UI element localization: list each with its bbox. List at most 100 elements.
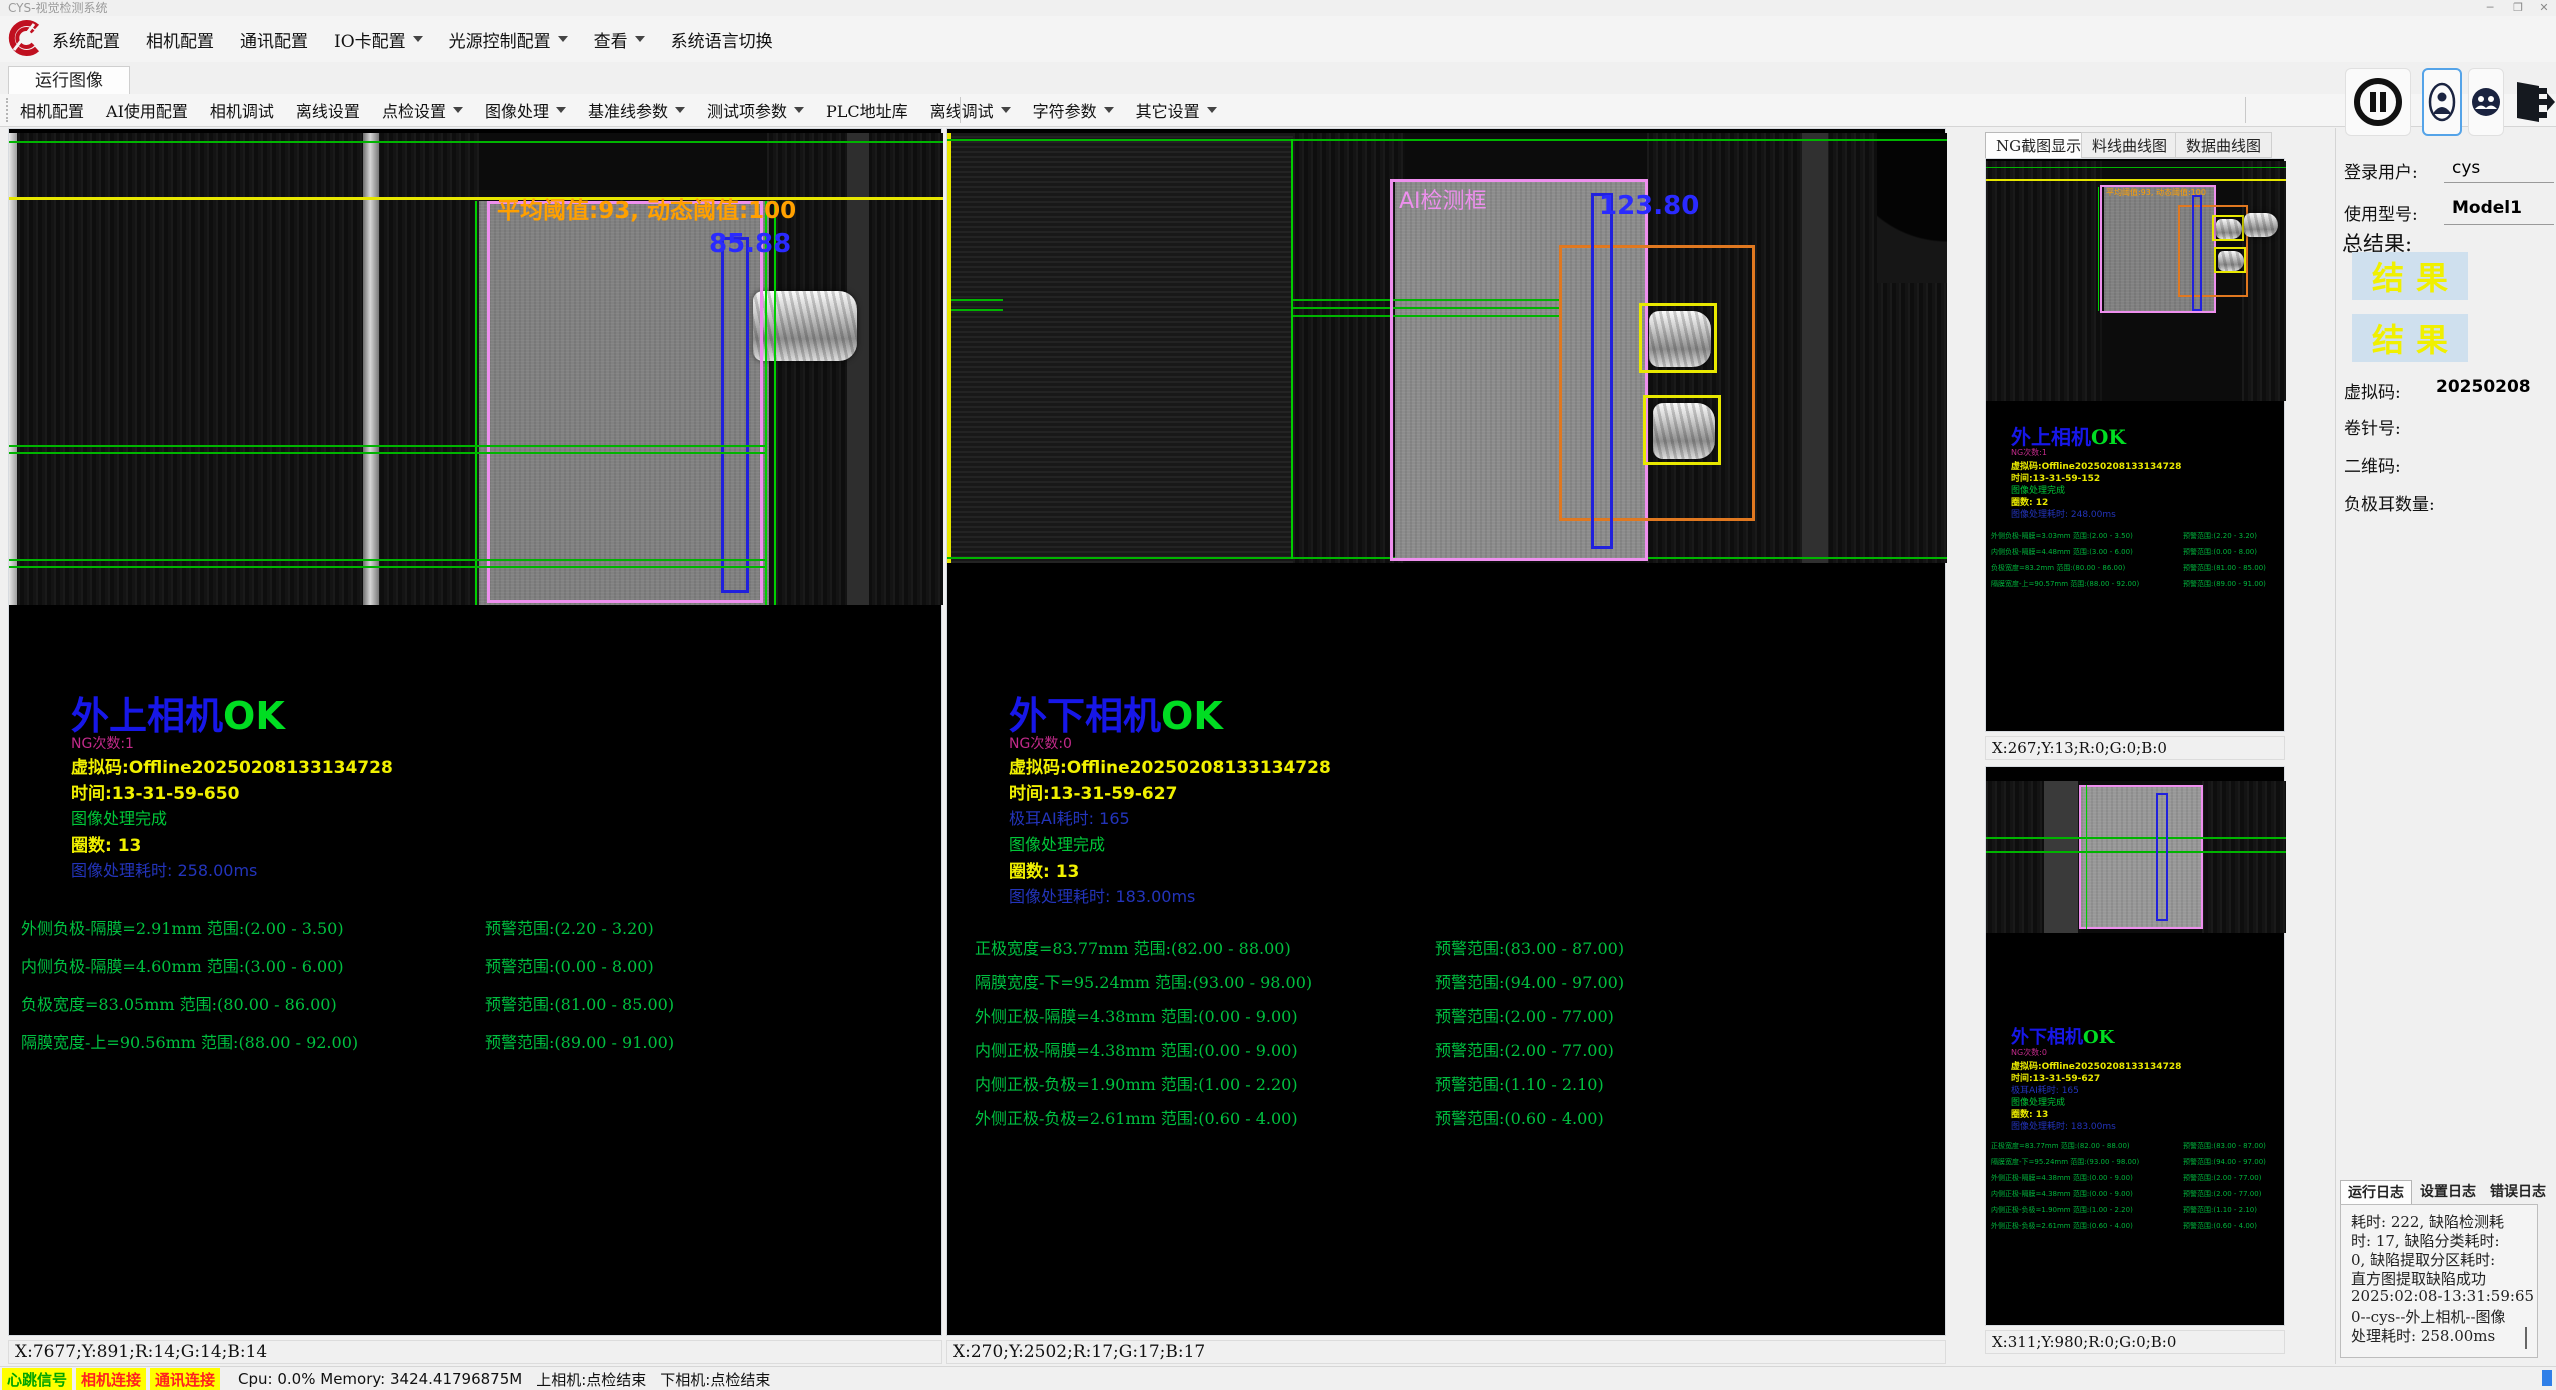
loop-count-text: 圈数: 13 xyxy=(1009,857,1079,882)
tool-plc-address[interactable]: PLC地址库 xyxy=(826,98,908,122)
tool-ai-usage-config[interactable]: AI使用配置 xyxy=(106,98,188,122)
time-text: 时间:13-31-59-627 xyxy=(1009,779,1177,804)
tool-image-processing[interactable]: 图像处理 xyxy=(485,98,566,122)
camera-image-upper: 平均阈值:93, 动态阈值:100 85.88 xyxy=(9,133,943,605)
user-icon xyxy=(2427,80,2457,124)
menu-language-switch[interactable]: 系统语言切换 xyxy=(671,27,773,52)
chevron-down-icon xyxy=(558,36,568,42)
login-user-value[interactable]: cys xyxy=(2452,158,2480,178)
tab-ng-snapshot[interactable]: NG截图显示 xyxy=(1985,132,2092,158)
maximize-button[interactable]: ❐ xyxy=(2506,0,2530,16)
ng-snapshot-view-upper[interactable]: 平均阈值:93, 动态阈值:100 外上相机OK NG次数:1 虚拟码:Offl… xyxy=(1985,158,2285,732)
edge-line-green xyxy=(774,201,776,605)
measurement-row: 外侧正极-隔膜=4.38mm 范围:(0.00 - 9.00)预警范围:(2.0… xyxy=(947,1003,1945,1023)
measurement-row: 内侧负极-隔膜=4.60mm 范围:(3.00 - 6.00)预警范围:(0.0… xyxy=(9,953,941,973)
toolbar-grip[interactable] xyxy=(6,98,12,122)
reference-line-green xyxy=(9,141,943,143)
measure-line-green xyxy=(951,299,1003,301)
camera-result-title: 外下相机OK xyxy=(1009,685,1223,740)
chevron-down-icon xyxy=(1001,107,1011,113)
tab-run-image[interactable]: 运行图像 xyxy=(8,66,130,95)
camera-view-lower[interactable]: AI检测框 123.80 外下相机OK NG次数:0 虚拟码:Offline20… xyxy=(946,128,1946,1336)
log-line: 0--cys--外上相机--图像 xyxy=(2351,1306,2506,1327)
measure-box-blue xyxy=(1591,193,1613,549)
tool-spot-check[interactable]: 点检设置 xyxy=(382,98,463,122)
tab-data-curve[interactable]: 数据曲线图 xyxy=(2175,132,2272,158)
chevron-down-icon xyxy=(413,36,423,42)
statusbar: 心跳信号 相机连接 通讯连接 Cpu: 0.0% Memory: 3424.41… xyxy=(0,1366,2556,1390)
measure-line-green xyxy=(9,452,765,454)
tool-baseline-params[interactable]: 基准线参数 xyxy=(588,98,685,122)
tab-settings-log[interactable]: 设置日志 xyxy=(2414,1180,2482,1204)
tool-char-params[interactable]: 字符参数 xyxy=(1033,98,1114,122)
menu-camera-config[interactable]: 相机配置 xyxy=(146,27,214,52)
ng-snapshot-view-lower[interactable]: 外下相机OK NG次数:0 虚拟码:Offline202502081331347… xyxy=(1985,766,2285,1326)
tool-offline-debug[interactable]: 离线调试 xyxy=(930,98,1011,122)
measurement-row: 外侧正极-负极=2.61mm 范围:(0.60 - 4.00)预警范围:(0.6… xyxy=(947,1105,1945,1125)
result-box-lower: 结果 xyxy=(2352,314,2468,362)
chevron-down-icon xyxy=(635,36,645,42)
user-button[interactable] xyxy=(2422,68,2462,136)
ng-count-text: NG次数:1 xyxy=(71,733,134,753)
tab-run-log[interactable]: 运行日志 xyxy=(2340,1180,2412,1204)
tab-error-log[interactable]: 错误日志 xyxy=(2484,1180,2552,1204)
virtual-code-label: 虚拟码: xyxy=(2344,378,2401,403)
negative-tab-count-label: 负极耳数量: xyxy=(2344,490,2435,515)
edge-line-green xyxy=(475,201,477,605)
model-value[interactable]: Model1 xyxy=(2452,198,2522,218)
cursor-coords-snapshot-lower: X:311;Y:980;R:0;G:0;B:0 xyxy=(1985,1330,2285,1354)
process-done-text: 图像处理完成 xyxy=(71,805,167,829)
camera-result-title: 外上相机OK xyxy=(2011,421,2126,450)
measurement-row: 外侧正极-负极=2.61mm 范围:(0.60 - 4.00)预警范围:(0.6… xyxy=(1986,1221,2284,1233)
chevron-down-icon xyxy=(556,107,566,113)
login-user-label: 登录用户: xyxy=(2344,158,2418,183)
measurement-row: 隔膜宽度-上=90.57mm 范围:(88.00 - 92.00)预警范围:(8… xyxy=(1986,579,2284,591)
logout-button[interactable] xyxy=(2510,66,2556,138)
logout-icon xyxy=(2511,78,2555,126)
measure-line-green xyxy=(9,566,765,568)
toolbar-divider xyxy=(2245,97,2246,123)
chevron-down-icon xyxy=(794,107,804,113)
tool-test-item-params[interactable]: 测试项参数 xyxy=(707,98,804,122)
log-output[interactable]: 耗时: 222, 缺陷检测耗 时: 17, 缺陷分类耗时: 0, 缺陷提取分区耗… xyxy=(2340,1204,2538,1358)
measurement-row: 内侧正极-负极=1.90mm 范围:(1.00 - 2.20)预警范围:(1.1… xyxy=(947,1071,1945,1091)
pause-button[interactable] xyxy=(2345,68,2411,136)
window-title: CYS-视觉检测系统 xyxy=(8,0,107,16)
measurement-row: 外侧负极-隔膜=3.03mm 范围:(2.00 - 3.50)预警范围:(2.2… xyxy=(1986,531,2284,543)
menu-light-config[interactable]: 光源控制配置 xyxy=(449,27,568,52)
tool-offline-settings[interactable]: 离线设置 xyxy=(296,98,360,122)
chevron-down-icon xyxy=(1104,107,1114,113)
tool-camera-config[interactable]: 相机配置 xyxy=(20,98,84,122)
log-tab-strip: 运行日志 设置日志 错误日志 xyxy=(2340,1180,2554,1204)
user-group-button[interactable] xyxy=(2468,68,2504,136)
measurement-row: 内侧正极-负极=1.90mm 范围:(1.00 - 2.20)预警范围:(1.1… xyxy=(1986,1205,2284,1217)
measurement-row: 正极宽度=83.77mm 范围:(82.00 - 88.00)预警范围:(83.… xyxy=(947,935,1945,955)
cursor-coords-snapshot-upper: X:267;Y:13;R:0;G:0;B:0 xyxy=(1985,736,2285,760)
elapsed-text: 图像处理耗时: 183.00ms xyxy=(1009,883,1195,907)
close-button[interactable]: ✕ xyxy=(2532,0,2556,16)
tool-camera-debug[interactable]: 相机调试 xyxy=(210,98,274,122)
menu-view[interactable]: 查看 xyxy=(594,27,645,52)
ai-box-label: AI检测框 xyxy=(1399,183,1487,215)
tab-line-curve[interactable]: 料线曲线图 xyxy=(2081,132,2178,158)
measure-line-green xyxy=(9,445,765,447)
input-underline xyxy=(2444,224,2554,225)
ng-count-text: NG次数:0 xyxy=(2011,1047,2047,1058)
menu-comm-config[interactable]: 通讯配置 xyxy=(240,27,308,52)
minimize-button[interactable]: ─ xyxy=(2478,0,2502,16)
resize-grip[interactable] xyxy=(2542,1370,2552,1386)
menu-system-config[interactable]: 系统配置 xyxy=(52,27,120,52)
tool-other-settings[interactable]: 其它设置 xyxy=(1136,98,1217,122)
model-label: 使用型号: xyxy=(2344,200,2418,225)
result-box-upper: 结果 xyxy=(2352,252,2468,300)
lower-camera-status: 下相机:点检结束 xyxy=(660,1369,770,1390)
measurement-row: 负极宽度=83.05mm 范围:(80.00 - 86.00)预警范围:(81.… xyxy=(9,991,941,1011)
edge-line-green xyxy=(765,201,767,605)
menu-io-config[interactable]: IO卡配置 xyxy=(334,27,423,52)
measurement-row: 内侧正极-隔膜=4.38mm 范围:(0.00 - 9.00)预警范围:(2.0… xyxy=(1986,1189,2284,1201)
measurement-row: 外侧正极-隔膜=4.38mm 范围:(0.00 - 9.00)预警范围:(2.0… xyxy=(1986,1173,2284,1185)
camera-view-upper[interactable]: 平均阈值:93, 动态阈值:100 85.88 外上相机OK NG次数:1 虚拟… xyxy=(8,128,942,1336)
threshold-overlay-text: 平均阈值:93, 动态阈值:100 xyxy=(497,191,796,225)
log-line: 耗时: 222, 缺陷检测耗 xyxy=(2351,1211,2504,1232)
camera-connection-indicator: 相机连接 xyxy=(76,1368,146,1390)
